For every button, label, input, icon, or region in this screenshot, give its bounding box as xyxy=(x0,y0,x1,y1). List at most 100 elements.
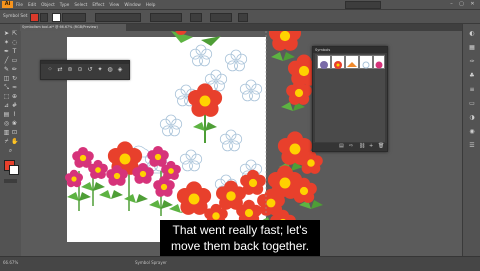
symbols-panel-icon[interactable]: ♣ xyxy=(468,72,476,79)
floating-toolbar[interactable]: ⁘ ⇄ ⊜ ⊙ ↺ ✦ ◍ ◈ xyxy=(40,60,130,80)
app-logo: Ai xyxy=(2,1,13,8)
pen-icon[interactable]: ✒ xyxy=(3,48,10,55)
opacity-field[interactable] xyxy=(150,13,182,22)
symbol-swatch[interactable] xyxy=(359,55,373,69)
screener-icon[interactable]: ◍ xyxy=(107,67,113,73)
brushes-panel-icon[interactable]: ✑ xyxy=(468,58,476,65)
document-tab[interactable]: Symbolism tool.ai* @ 66.67% (RGB/Preview… xyxy=(20,24,126,31)
menu-object[interactable]: Object xyxy=(41,0,55,9)
search-field[interactable] xyxy=(345,1,381,9)
eyedropper-icon[interactable]: ⌇ xyxy=(11,111,18,118)
shape-builder-icon[interactable]: ⊕ xyxy=(11,93,18,100)
stroke-color-swatch[interactable] xyxy=(9,165,19,175)
caption-line-2: move them back together. xyxy=(170,239,310,253)
hand-icon[interactable]: ✋ xyxy=(11,138,18,145)
perspective-icon[interactable]: ⊿ xyxy=(3,102,10,109)
symbol-sprayer-icon[interactable]: ❀ xyxy=(11,120,18,127)
type-icon[interactable]: T xyxy=(11,48,18,55)
bottom-left-flowers xyxy=(65,141,266,227)
color-panel-icon[interactable]: ◐ xyxy=(468,30,476,37)
style-swatch[interactable] xyxy=(190,13,202,22)
floating-toolbar-grip[interactable] xyxy=(41,61,129,64)
menu-type[interactable]: Type xyxy=(60,0,70,9)
artboard-icon[interactable]: ⊡ xyxy=(11,129,18,136)
delete-symbol-icon[interactable]: 🗑 xyxy=(378,144,384,149)
warp-icon[interactable]: ≈ xyxy=(11,84,18,91)
eraser-icon[interactable]: ◫ xyxy=(3,75,10,82)
scruncher-icon[interactable]: ⊜ xyxy=(67,67,73,73)
menu-items: File Edit Object Type Select Effect View… xyxy=(16,0,155,9)
menu-window[interactable]: Window xyxy=(124,0,141,9)
selection-icon[interactable]: ➤ xyxy=(3,30,10,37)
color-mode-buttons[interactable] xyxy=(4,179,17,183)
break-link-icon[interactable]: ⛓ xyxy=(359,144,365,149)
pencil-icon[interactable]: ✏ xyxy=(11,66,18,73)
spinner-icon[interactable]: ↺ xyxy=(87,67,93,73)
symbol-swatch[interactable] xyxy=(345,55,359,69)
library-menu-icon[interactable]: ▤ xyxy=(339,144,344,149)
gradient-icon[interactable]: ▤ xyxy=(3,111,10,118)
menu-help[interactable]: Help xyxy=(146,0,156,9)
status-tool: Symbol Sprayer xyxy=(135,260,167,265)
appearance-panel-icon[interactable]: ◉ xyxy=(468,128,476,135)
menu-edit[interactable]: Edit xyxy=(28,0,36,9)
menu-select[interactable]: Select xyxy=(74,0,87,9)
symbol-swatch[interactable] xyxy=(373,55,385,69)
symbols-list xyxy=(315,54,385,142)
stainer-icon[interactable]: ✦ xyxy=(97,67,103,73)
leaf-top xyxy=(171,31,221,46)
symbols-panel-title: Symbols xyxy=(315,48,331,52)
menu-effect[interactable]: Effect xyxy=(92,0,104,9)
layers-panel-icon[interactable]: ☰ xyxy=(468,142,476,149)
styler-icon[interactable]: ◈ xyxy=(117,67,123,73)
place-symbol-icon[interactable]: ⇨ xyxy=(349,144,354,149)
fill-swatch[interactable] xyxy=(30,13,39,22)
lasso-icon[interactable]: ◌ xyxy=(11,39,18,46)
subtitle-caption: That went really fast; let's move them b… xyxy=(160,220,320,256)
symbols-panel-titlebar[interactable]: Symbols xyxy=(313,47,387,53)
stroke-panel-icon[interactable]: ≡ xyxy=(468,86,476,93)
document-tab-row: Symbolism tool.ai* @ 66.67% (RGB/Preview… xyxy=(20,24,480,31)
zoom-level[interactable]: 66.67% xyxy=(3,260,18,265)
menu-file[interactable]: File xyxy=(16,0,23,9)
free-transform-icon[interactable]: ⬚ xyxy=(3,93,10,100)
panel-dock: ◐ ▦ ✑ ♣ ≡ ▭ ◑ ◉ ☰ xyxy=(462,24,480,256)
style-dropdown[interactable] xyxy=(95,13,141,22)
red-flower-top xyxy=(187,83,223,143)
new-symbol-icon[interactable]: + xyxy=(369,144,374,149)
slice-icon[interactable]: ⌿ xyxy=(3,138,10,145)
brush-icon[interactable]: ✎ xyxy=(3,66,10,73)
stroke-swatch[interactable] xyxy=(52,13,61,22)
zoom-icon[interactable]: ⌕ xyxy=(7,147,14,154)
transparency-panel-icon[interactable]: ◑ xyxy=(468,114,476,121)
rotate-icon[interactable]: ↻ xyxy=(11,75,18,82)
blend-icon[interactable]: ◎ xyxy=(3,120,10,127)
stroke-weight-field[interactable] xyxy=(62,13,86,22)
magic-wand-icon[interactable]: ✶ xyxy=(3,39,10,46)
fill-dropdown[interactable] xyxy=(40,13,48,22)
sprayer-icon[interactable]: ⁘ xyxy=(47,67,53,73)
align-button[interactable] xyxy=(238,13,248,22)
close-button[interactable]: ✕ xyxy=(469,1,476,7)
recolor-button[interactable] xyxy=(210,13,232,22)
shifter-icon[interactable]: ⇄ xyxy=(57,67,63,73)
swatches-panel-icon[interactable]: ▦ xyxy=(468,44,476,51)
control-bar-label: Symbol Set xyxy=(3,14,28,19)
symbol-swatch[interactable] xyxy=(331,55,345,69)
menu-bar: Ai File Edit Object Type Select Effect V… xyxy=(0,0,480,10)
direct-selection-icon[interactable]: ⇱ xyxy=(11,30,18,37)
symbols-panel[interactable]: Symbols ▤ ⇨ ⛓ + 🗑 xyxy=(312,46,388,152)
graph-icon[interactable]: ▥ xyxy=(3,129,10,136)
caption-line-1: That went really fast; let's xyxy=(172,223,308,237)
gradient-panel-icon[interactable]: ▭ xyxy=(468,100,476,107)
maximize-button[interactable]: ▢ xyxy=(458,1,465,7)
mesh-icon[interactable]: # xyxy=(11,102,18,109)
scale-icon[interactable]: ⤡ xyxy=(3,84,10,91)
rectangle-icon[interactable]: ▭ xyxy=(11,57,18,64)
menu-view[interactable]: View xyxy=(109,0,119,9)
symbol-swatch[interactable] xyxy=(317,55,331,69)
sizer-icon[interactable]: ⊙ xyxy=(77,67,83,73)
line-icon[interactable]: ╱ xyxy=(3,57,10,64)
minimize-button[interactable]: – xyxy=(448,1,455,7)
control-bar: Symbol Set xyxy=(0,10,480,24)
